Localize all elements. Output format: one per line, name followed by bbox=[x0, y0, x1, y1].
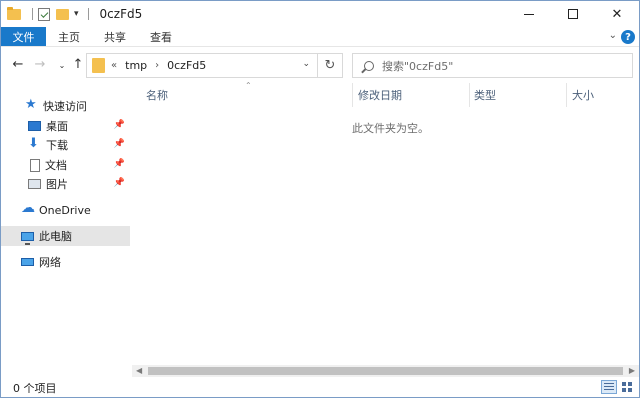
breadcrumb-separator[interactable]: › bbox=[155, 60, 159, 71]
search-input[interactable]: 搜索"0czFd5" bbox=[352, 53, 633, 78]
sidebar-item-documents[interactable]: 文档 📌 bbox=[1, 155, 130, 175]
navigation-pane: 快速访问 桌面 📌 下载 📌 文档 📌 图片 📌 OneDrive bbox=[1, 83, 132, 376]
scroll-left-icon[interactable]: ◀ bbox=[136, 366, 142, 375]
refresh-icon: ↻ bbox=[324, 58, 336, 73]
item-count: 0 个项目 bbox=[13, 381, 57, 395]
search-icon bbox=[364, 60, 374, 71]
desktop-icon bbox=[28, 121, 41, 131]
toolbar-divider bbox=[32, 8, 33, 20]
pin-icon[interactable]: 📌 bbox=[114, 139, 125, 149]
address-bar[interactable]: « tmp › 0czFd5 ⌄ bbox=[86, 53, 318, 78]
breadcrumb-tmp[interactable]: tmp bbox=[125, 59, 147, 72]
empty-folder-message: 此文件夹为空。 bbox=[352, 122, 429, 135]
minimize-icon bbox=[524, 13, 534, 15]
column-header-name[interactable]: 名称 bbox=[146, 83, 354, 107]
document-icon bbox=[30, 158, 40, 172]
sidebar-item-pictures[interactable]: 图片 📌 bbox=[1, 174, 130, 194]
tab-home[interactable]: 主页 bbox=[46, 27, 92, 46]
sidebar-item-label: 快速访问 bbox=[43, 100, 87, 113]
sidebar-item-label: 下载 bbox=[46, 139, 68, 152]
cloud-icon bbox=[21, 200, 35, 216]
scroll-right-icon[interactable]: ▶ bbox=[629, 366, 635, 375]
computer-icon bbox=[21, 231, 34, 245]
sidebar-item-label: 网络 bbox=[39, 256, 61, 269]
sidebar-item-label: 桌面 bbox=[46, 120, 68, 133]
sidebar-item-label: OneDrive bbox=[39, 203, 91, 217]
horizontal-scrollbar[interactable]: ◀ ▶ bbox=[132, 365, 639, 377]
quick-access-toolbar: ▾ bbox=[1, 1, 94, 27]
download-icon bbox=[28, 136, 41, 151]
search-placeholder: 搜索"0czFd5" bbox=[382, 59, 454, 73]
refresh-button[interactable]: ↻ bbox=[318, 53, 343, 78]
status-bar: 0 个项目 bbox=[1, 378, 639, 397]
column-header-date-modified[interactable]: 修改日期 bbox=[358, 83, 468, 107]
properties-icon[interactable] bbox=[38, 7, 50, 21]
expand-ribbon-icon[interactable]: ⌄ bbox=[609, 30, 617, 41]
window-title: 0czFd5 bbox=[99, 7, 143, 21]
sidebar-item-quick-access[interactable]: 快速访问 bbox=[1, 96, 130, 116]
breadcrumb-overflow[interactable]: « bbox=[111, 60, 117, 71]
forward-button[interactable]: → bbox=[31, 57, 49, 72]
sidebar-item-label: 文档 bbox=[45, 159, 67, 172]
minimize-button[interactable] bbox=[507, 1, 551, 27]
column-header-type[interactable]: 类型 bbox=[474, 83, 564, 107]
star-icon bbox=[25, 97, 38, 112]
sidebar-item-desktop[interactable]: 桌面 📌 bbox=[1, 116, 130, 136]
large-icons-view-icon bbox=[622, 382, 632, 392]
help-icon[interactable]: ? bbox=[621, 30, 635, 44]
column-divider[interactable] bbox=[469, 83, 470, 107]
sidebar-item-this-pc[interactable]: 此电脑 bbox=[1, 226, 130, 246]
ribbon-tabs: 文件 主页 共享 查看 ⌄ ? bbox=[1, 27, 639, 47]
sidebar-item-onedrive[interactable]: OneDrive bbox=[1, 200, 130, 220]
sidebar-item-label: 图片 bbox=[46, 178, 68, 191]
details-view-icon bbox=[604, 383, 614, 391]
scrollbar-thumb[interactable] bbox=[148, 367, 623, 375]
large-icons-view-button[interactable] bbox=[619, 380, 635, 394]
new-folder-icon[interactable] bbox=[56, 8, 69, 20]
folder-icon bbox=[7, 6, 21, 20]
tab-view[interactable]: 查看 bbox=[138, 27, 184, 46]
explorer-window: ▾ 0czFd5 ✕ 文件 主页 共享 查看 ⌄ ? ← → ⌄ ↑ « tmp… bbox=[0, 0, 640, 398]
address-dropdown-icon[interactable]: ⌄ bbox=[302, 59, 310, 69]
toolbar-divider bbox=[87, 8, 89, 20]
pin-icon[interactable]: 📌 bbox=[114, 120, 125, 130]
pin-icon[interactable]: 📌 bbox=[114, 159, 125, 169]
close-icon: ✕ bbox=[611, 6, 623, 22]
column-divider[interactable] bbox=[566, 83, 567, 107]
close-button[interactable]: ✕ bbox=[595, 1, 639, 27]
window-controls: ✕ bbox=[507, 1, 639, 27]
title-bar: ▾ 0czFd5 ✕ bbox=[1, 1, 639, 27]
details-view-button[interactable] bbox=[601, 380, 617, 394]
column-divider[interactable] bbox=[352, 83, 353, 107]
maximize-button[interactable] bbox=[551, 1, 595, 27]
tab-share[interactable]: 共享 bbox=[92, 27, 138, 46]
navigation-bar: ← → ⌄ ↑ « tmp › 0czFd5 ⌄ ↻ 搜索"0czFd5" bbox=[1, 48, 639, 83]
pin-icon[interactable]: 📌 bbox=[114, 178, 125, 188]
back-button[interactable]: ← bbox=[9, 57, 27, 72]
column-header-size[interactable]: 大小 bbox=[572, 83, 632, 107]
network-icon bbox=[21, 258, 34, 266]
sidebar-item-label: 此电脑 bbox=[39, 230, 72, 243]
customize-toolbar-dropdown[interactable]: ▾ bbox=[74, 9, 79, 19]
folder-icon bbox=[92, 58, 105, 73]
file-list[interactable]: ⌃ 名称 修改日期 类型 大小 此文件夹为空。 bbox=[132, 81, 639, 365]
breadcrumb-current[interactable]: 0czFd5 bbox=[167, 59, 206, 72]
up-button[interactable]: ↑ bbox=[69, 57, 87, 72]
pictures-icon bbox=[28, 179, 41, 189]
sidebar-item-downloads[interactable]: 下载 📌 bbox=[1, 135, 130, 155]
tab-file[interactable]: 文件 bbox=[1, 27, 46, 46]
maximize-icon bbox=[568, 9, 578, 19]
sidebar-item-network[interactable]: 网络 bbox=[1, 252, 130, 272]
